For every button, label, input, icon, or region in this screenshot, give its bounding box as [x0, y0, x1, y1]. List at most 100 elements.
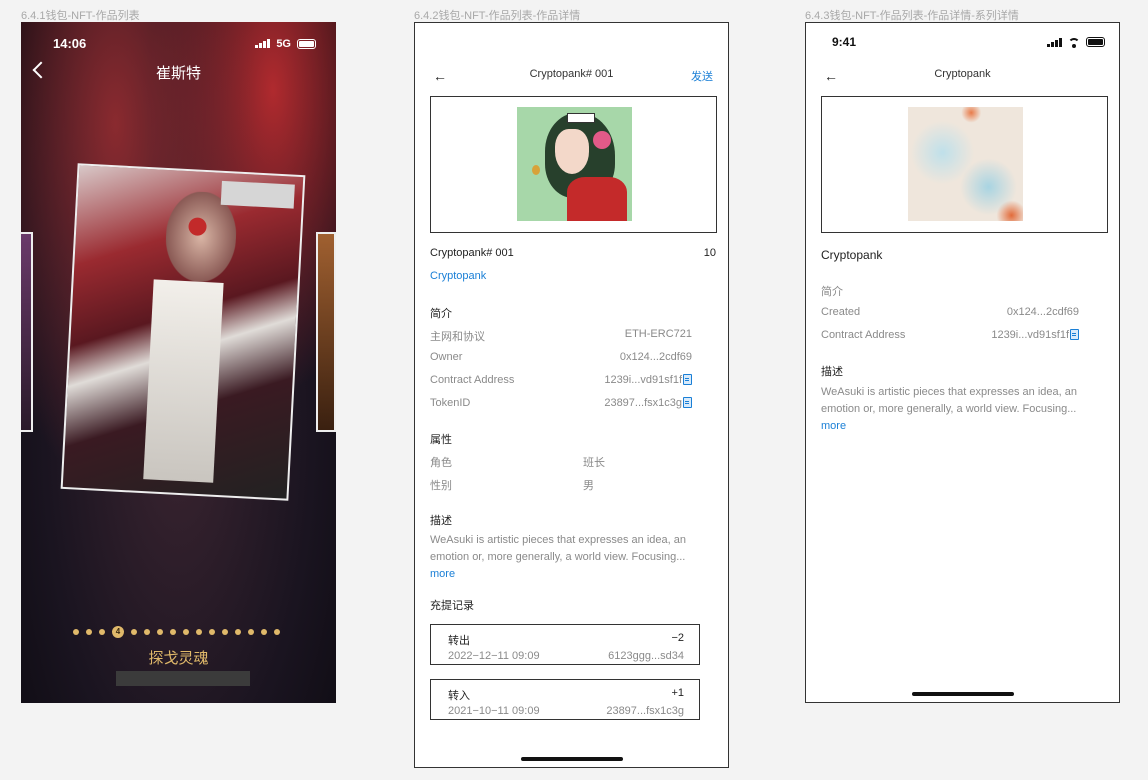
records-heading: 充提记录	[430, 600, 474, 612]
pager-dot[interactable]	[86, 629, 92, 635]
info-row-label: 性别	[430, 480, 452, 492]
pager-dot[interactable]	[222, 629, 228, 635]
info-row-label: Contract Address	[821, 329, 906, 341]
info-row-value: 0x124...2cdf69	[620, 351, 692, 363]
status-bar: 9:41	[832, 35, 1105, 49]
info-row-label: Created	[821, 306, 861, 318]
record-amount: −2	[671, 632, 684, 644]
frame-label-list: 6.4.1钱包-NFT-作品列表	[21, 10, 140, 22]
pager-dot[interactable]	[170, 629, 176, 635]
info-row-value-text: 班长	[583, 457, 605, 469]
record-hash: 6123ggg...sd34	[608, 650, 684, 662]
frame-label-detail: 6.4.2钱包-NFT-作品列表-作品详情	[414, 10, 581, 22]
signal-icon	[255, 39, 271, 48]
nav-bar: 崔斯特	[21, 61, 336, 88]
info-row-value: 男	[583, 477, 594, 493]
nft-detail-screen: ← Cryptopank# 001 发送 Cryptopank# 001 10 …	[414, 22, 729, 768]
pager-dots[interactable]: 4	[73, 626, 280, 638]
pager-dot[interactable]	[144, 629, 150, 635]
page-title: 崔斯特	[155, 65, 201, 82]
info-row-value: 0x124...2cdf69	[1007, 306, 1079, 318]
signal-icon	[1047, 37, 1062, 47]
info-row-value: 23897...fsx1c3g	[604, 397, 692, 409]
series-detail-screen: 9:41 ← Cryptopank Cryptopank 简介 Created 0…	[805, 22, 1120, 703]
next-card-peek[interactable]	[316, 232, 336, 432]
copy-icon[interactable]	[683, 397, 692, 408]
pager-dot[interactable]	[261, 629, 267, 635]
description-heading: 描述	[821, 366, 843, 378]
record-type: 转入	[448, 690, 470, 702]
back-arrow-icon[interactable]: ←	[824, 68, 838, 84]
pager-dot[interactable]	[248, 629, 254, 635]
pager-dot[interactable]	[131, 629, 137, 635]
info-row-label: 角色	[430, 457, 452, 469]
collection-name: Cryptopank	[821, 248, 883, 262]
redacted-subtitle	[116, 671, 250, 686]
info-row-label: Contract Address	[430, 374, 515, 386]
record-date: 2022−12−11 09:09	[448, 650, 540, 662]
info-row-label: 主网和协议	[430, 331, 485, 343]
pager-dot[interactable]	[183, 629, 189, 635]
record-hash: 23897...fsx1c3g	[606, 705, 684, 717]
description-line-2: emotion or, more generally, a world view…	[430, 551, 686, 563]
description-line-1: WeAsuki is artistic pieces that expresse…	[430, 534, 686, 546]
status-time: 9:41	[832, 35, 857, 49]
redacted-label	[220, 180, 295, 209]
record-item[interactable]: 转入 +1 2021−10−11 09:09 23897...fsx1c3g	[430, 679, 700, 720]
nft-artwork-image[interactable]	[517, 107, 632, 221]
copy-icon[interactable]	[1070, 329, 1079, 340]
record-date: 2021−10−11 09:09	[448, 705, 540, 717]
pager-dot[interactable]	[99, 629, 105, 635]
nav-title: Cryptopank# 001	[529, 68, 614, 80]
back-arrow-icon[interactable]: ←	[433, 68, 447, 84]
battery-icon	[1086, 37, 1105, 47]
more-link[interactable]: more	[430, 568, 455, 580]
attributes-heading: 属性	[430, 434, 452, 446]
pager-dot[interactable]	[73, 629, 79, 635]
back-chevron-icon[interactable]	[32, 61, 50, 79]
nav-bar: ← Cryptopank	[806, 68, 1119, 88]
info-row-value-text: 1239i...vd91sf1f	[604, 374, 682, 386]
work-name: 探戈灵魂	[148, 650, 209, 667]
intro-heading: 简介	[821, 286, 843, 298]
collection-link[interactable]: Cryptopank	[430, 270, 486, 282]
collection-artwork-image[interactable]	[908, 107, 1023, 221]
pager-dot[interactable]	[274, 629, 280, 635]
info-row-value-text: ETH-ERC721	[624, 328, 692, 340]
description-heading: 描述	[430, 515, 452, 527]
home-indicator[interactable]	[520, 757, 623, 761]
info-row-label: TokenID	[430, 397, 471, 409]
item-name: Cryptopank# 001	[430, 247, 514, 259]
copy-icon[interactable]	[683, 374, 692, 385]
pager-dot[interactable]	[157, 629, 163, 635]
nft-list-screen: 14:06 5G 崔斯特 4 探戈灵魂	[21, 22, 336, 703]
send-button[interactable]: 发送	[691, 68, 713, 84]
info-row-value-text: 0x124...2cdf69	[1006, 306, 1079, 318]
status-time: 14:06	[53, 36, 87, 51]
pager-dot-active[interactable]: 4	[112, 626, 124, 638]
status-bar: 14:06 5G	[53, 36, 316, 51]
home-indicator[interactable]	[911, 692, 1014, 696]
artwork-frame	[821, 96, 1108, 233]
battery-icon	[297, 38, 316, 49]
wifi-icon	[1068, 37, 1080, 48]
description-line-2: emotion or, more generally, a world view…	[821, 403, 1077, 415]
record-item[interactable]: 转出 −2 2022−12−11 09:09 6123ggg...sd34	[430, 624, 700, 665]
pager-dot[interactable]	[196, 629, 202, 635]
nft-card[interactable]	[60, 163, 306, 501]
nav-bar: ← Cryptopank# 001 发送	[415, 68, 728, 88]
info-row-value-text: 男	[583, 480, 594, 492]
pager-dot[interactable]	[209, 629, 215, 635]
record-amount: +1	[671, 687, 684, 699]
prev-card-peek[interactable]	[21, 232, 33, 432]
info-row-value-text: 23897...fsx1c3g	[604, 397, 682, 409]
network-label: 5G	[276, 37, 291, 50]
pager-dot[interactable]	[235, 629, 241, 635]
info-row-value-text: 1239i...vd91sf1f	[991, 329, 1069, 341]
nav-title: Cryptopank	[934, 68, 991, 80]
info-row-value: ETH-ERC721	[625, 328, 692, 340]
info-row-label: Owner	[430, 351, 463, 363]
artwork-frame	[430, 96, 717, 233]
info-row-value-text: 0x124...2cdf69	[619, 351, 692, 363]
more-link[interactable]: more	[821, 420, 846, 432]
